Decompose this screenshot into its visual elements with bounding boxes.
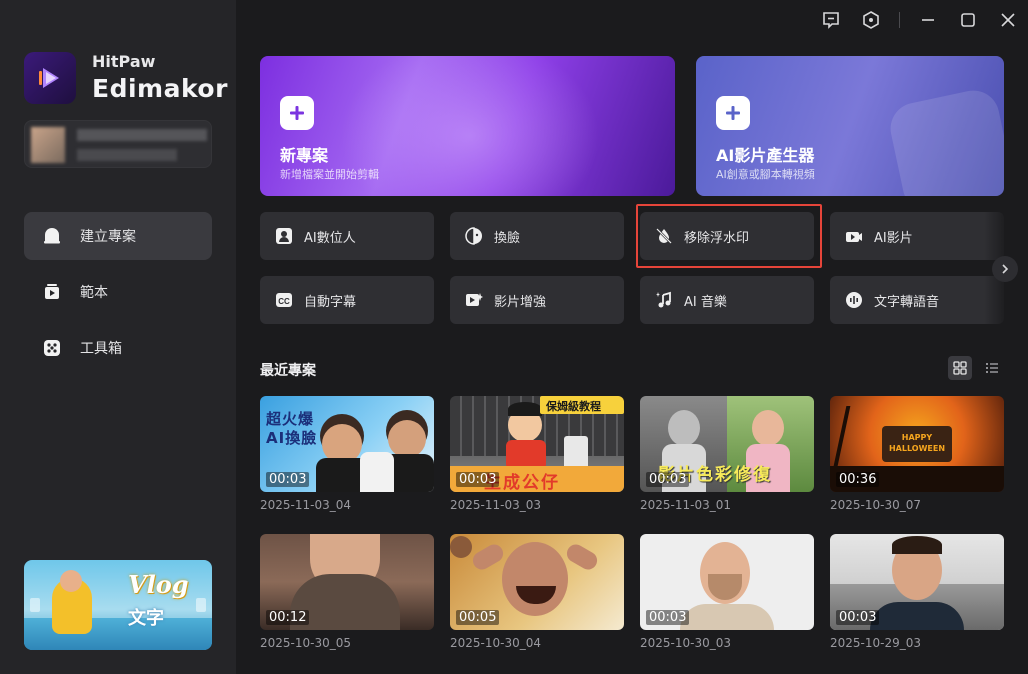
plus-icon [716, 96, 750, 130]
toolbox-icon [40, 336, 64, 360]
sidebar: HitPaw Edimakor 建立專案 範本 工具箱 Vlog 文字 [0, 0, 236, 674]
project-duration: 00:05 [456, 610, 500, 625]
project-duration: 00:03 [646, 610, 690, 625]
ai-generator-title: AI影片產生器 [716, 146, 815, 165]
video-enhance-icon [464, 290, 484, 310]
recent-projects-title: 最近專案 [260, 363, 316, 379]
project-thumbnail[interactable]: 影片色彩修復 00:03 [640, 396, 814, 492]
create-project-icon [40, 224, 64, 248]
plus-icon [280, 96, 314, 130]
project-name: 2025-11-03_04 [260, 498, 352, 512]
new-project-title: 新專案 [280, 146, 329, 165]
project-duration: 00:03 [646, 472, 690, 487]
project-name: 2025-10-30_04 [450, 636, 542, 650]
settings-icon[interactable] [859, 8, 883, 32]
project-thumbnail[interactable]: 00:12 [260, 534, 434, 630]
tool-text-to-speech[interactable]: 文字轉語音 [830, 276, 1004, 324]
tool-face-swap[interactable]: 換臉 [450, 212, 624, 260]
chevron-right-icon[interactable] [992, 256, 1018, 282]
sidebar-item-label: 範本 [80, 285, 108, 301]
close-icon[interactable] [996, 8, 1020, 32]
tool-ai-avatar[interactable]: AI數位人 [260, 212, 434, 260]
sidebar-item-create-project[interactable]: 建立專案 [24, 212, 212, 260]
tool-label: AI影片 [874, 230, 913, 246]
face-swap-icon [464, 226, 484, 246]
project-duration: 00:03 [266, 472, 310, 487]
project-name: 2025-11-03_03 [450, 498, 542, 512]
project-name: 2025-10-30_05 [260, 636, 352, 650]
sidebar-item-toolbox[interactable]: 工具箱 [24, 324, 212, 372]
brand-name: Edimakor [92, 74, 228, 103]
maximize-icon[interactable] [956, 8, 980, 32]
minimize-icon[interactable] [916, 8, 940, 32]
tool-label: 文字轉語音 [874, 294, 940, 310]
promo-banner[interactable]: Vlog 文字 [24, 560, 212, 650]
svg-text:CC: CC [278, 297, 290, 306]
tts-icon [844, 290, 864, 310]
project-thumbnail[interactable]: HAPPY HALLOWEEN 00:36 [830, 396, 1004, 492]
titlebar-divider [899, 12, 900, 28]
project-thumbnail[interactable]: 超火爆 AI換臉 00:03 [260, 396, 434, 492]
sidebar-item-label: 建立專案 [80, 229, 136, 245]
project-thumbnail[interactable]: 00:03 [830, 534, 1004, 630]
thumb-overlay-text: HAPPY HALLOWEEN [888, 433, 946, 453]
tool-ai-music[interactable]: AI 音樂 [640, 276, 814, 324]
tool-ai-video[interactable]: AI影片 [830, 212, 1004, 260]
sidebar-item-label: 工具箱 [80, 341, 122, 357]
project-name: 2025-10-30_03 [640, 636, 732, 650]
project-name: 2025-10-29_03 [830, 636, 922, 650]
project-thumbnail[interactable]: 00:03 [640, 534, 814, 630]
sidebar-item-template[interactable]: 範本 [24, 268, 212, 316]
list-view-icon[interactable] [980, 356, 1004, 380]
tool-label: 換臉 [494, 230, 521, 246]
app-logo [24, 52, 76, 104]
project-thumbnail[interactable]: 保姆級教程 生成公仔 00:03 [450, 396, 624, 492]
promo-text-caption: 文字 [128, 608, 164, 629]
ai-video-generator-card[interactable]: AI影片產生器 AI創意或腳本轉視頻 [696, 56, 1004, 196]
project-name: 2025-11-03_01 [640, 498, 732, 512]
tool-label: 影片增強 [494, 294, 547, 310]
thumb-badge-text: 保姆級教程 [546, 400, 601, 413]
subtitle-icon: CC [274, 290, 294, 310]
new-project-card[interactable]: 新專案 新增檔案並開始剪輯 [260, 56, 675, 196]
promo-next-arrow[interactable] [196, 598, 206, 612]
promo-prev-arrow[interactable] [30, 598, 40, 612]
tool-auto-subtitle[interactable]: CC 自動字幕 [260, 276, 434, 324]
project-duration: 00:12 [266, 610, 310, 625]
new-project-subtitle: 新增檔案並開始剪輯 [280, 168, 379, 181]
project-thumbnail[interactable]: 00:05 [450, 534, 624, 630]
highlight-box [636, 204, 822, 268]
promo-text-vlog: Vlog [128, 570, 189, 599]
ai-generator-subtitle: AI創意或腳本轉視頻 [716, 168, 815, 181]
account-panel[interactable] [24, 120, 212, 168]
project-name: 2025-10-30_07 [830, 498, 922, 512]
tool-video-enhance[interactable]: 影片增強 [450, 276, 624, 324]
avatar-icon [274, 226, 294, 246]
thumb-overlay-text: 超火爆 AI換臉 [266, 410, 318, 447]
project-duration: 00:03 [836, 610, 880, 625]
project-duration: 00:03 [456, 472, 500, 487]
template-icon [40, 280, 64, 304]
ai-video-icon [844, 226, 864, 246]
feedback-icon[interactable] [819, 8, 843, 32]
music-icon [654, 290, 674, 310]
tool-label: AI數位人 [304, 230, 356, 246]
project-duration: 00:36 [836, 472, 880, 487]
tool-label: 自動字幕 [304, 294, 357, 310]
grid-view-icon[interactable] [948, 356, 972, 380]
brand-name-small: HitPaw [92, 52, 156, 71]
tool-label: AI 音樂 [684, 294, 727, 310]
